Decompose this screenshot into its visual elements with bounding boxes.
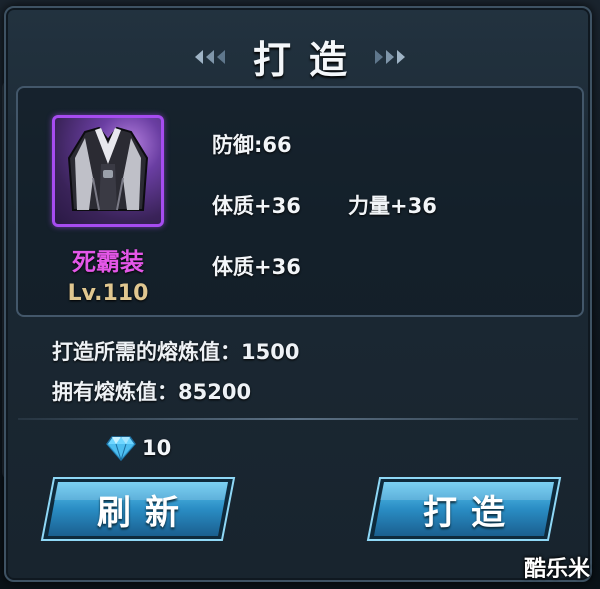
robe-icon [67, 126, 149, 211]
title-ornament-left-icon [195, 50, 225, 64]
watermark: 酷乐米 [523, 557, 590, 582]
refresh-button[interactable]: 刷新 [40, 476, 236, 542]
currency-amount: 10 [142, 436, 172, 460]
item-name: 死霸装 [72, 248, 144, 276]
dialog-title: 打造 [252, 37, 365, 82]
owned-smelt-value: 拥有熔炼值：85200 [52, 380, 252, 404]
stat-defense: 防御:66 [212, 133, 292, 157]
diamond-icon [106, 436, 136, 461]
title-ornament-right-icon [375, 50, 405, 64]
currency-cost: 10 [106, 434, 171, 462]
stat-strength: 力量+36 [348, 194, 437, 218]
required-smelt-value: 打造所需的熔炼值：1500 [52, 340, 300, 364]
item-level: Lv.110 [67, 281, 149, 306]
item-icon-slot[interactable] [52, 115, 164, 227]
forge-button[interactable]: 打造 [366, 476, 562, 542]
forge-button-label: 打造 [423, 492, 519, 533]
stat-constitution: 体质+36 [212, 194, 301, 218]
stat-constitution-2: 体质+36 [212, 255, 301, 279]
dialog-title-bar: 打造 [195, 30, 405, 82]
section-divider [18, 418, 578, 420]
refresh-button-label: 刷新 [97, 492, 193, 533]
